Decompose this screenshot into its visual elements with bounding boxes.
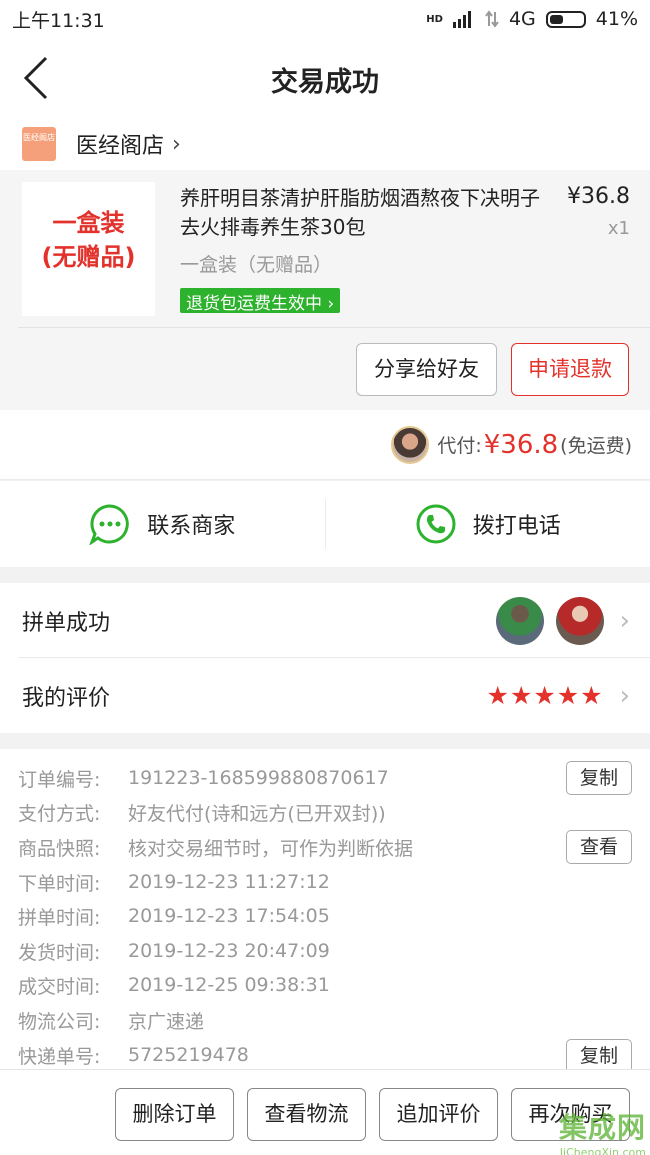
payment-summary: 代付: ¥36.8 (免运费) [0,410,650,480]
status-section: 拼单成功 › 我的评价 ★★★★★ › [0,583,650,733]
page-title: 交易成功 [271,67,379,98]
star-rating-icon: ★★★★★ [486,681,604,710]
chevron-right-icon: › [619,680,630,711]
store-name[interactable]: 医经阁店 [76,128,164,160]
phone-icon [416,504,456,544]
chat-icon [89,504,130,545]
watermark-logo: 集成网 JiChengXin.com [532,1106,646,1155]
delete-order-button[interactable]: 删除订单 [115,1088,234,1141]
payment-amount: ¥36.8 [483,429,559,460]
contact-merchant-label: 联系商家 [147,514,236,539]
network-type: 4G [508,8,536,30]
chevron-right-icon: › [172,131,181,157]
badge-chevron-icon: › [327,294,335,314]
thumb-line-2: (无赠品) [41,243,136,271]
product-price: ¥36.8 [567,184,630,209]
review-rating: ★★★★★ › [487,658,630,733]
product-title[interactable]: 养肝明目茶清护肝脂肪烟酒熬夜下决明子去火排毒养生茶30包 [180,184,545,242]
member-avatar [495,596,544,645]
status-bar: 上午11:31 HD 4G 41% [0,0,650,38]
review-label: 我的评价 [22,685,111,711]
group-buy-label: 拼单成功 [22,610,111,636]
info-row: 发货时间: 2019-12-23 20:47:09 [18,940,330,964]
product-card[interactable]: 一盒装 (无赠品) 养肝明目茶清护肝脂肪烟酒熬夜下决明子去火排毒养生茶30包 ¥… [0,170,650,410]
call-label: 拨打电话 [472,514,561,539]
copy-tracking-button[interactable]: 复制 [566,1039,632,1073]
view-logistics-button[interactable]: 查看物流 [247,1088,366,1141]
badge-label: 退货包运费生效中 [186,294,322,314]
info-row: 物流公司: 京广速递 [18,1010,205,1033]
info-row: 支付方式: 好友代付(诗和远方(已开双封)) [18,802,386,825]
view-snapshot-button[interactable]: 查看 [566,830,632,864]
battery-icon [545,10,586,28]
info-row: 拼单时间: 2019-12-23 17:54:05 [18,905,330,929]
return-shipping-badge[interactable]: 退货包运费生效中 › [180,288,341,314]
contact-bar: 联系商家 拨打电话 [0,481,650,567]
share-button[interactable]: 分享给好友 [356,343,497,396]
chevron-right-icon: › [619,605,630,636]
info-row: 订单编号: 191223-168599880870617 [18,767,389,791]
info-row: 成交时间: 2019-12-25 09:38:31 [18,974,330,998]
divider [18,327,650,328]
add-review-button[interactable]: 追加评价 [379,1088,498,1141]
status-time: 上午11:31 [12,9,105,32]
group-buy-members: › [495,583,630,658]
thumb-line-1: 一盒装 [52,209,125,237]
signal-icon [452,11,471,28]
product-variant: 一盒装（无赠品） [180,254,333,276]
watermark-url: JiChengXin.com [559,1146,646,1155]
order-info: 订单编号: 191223-168599880870617 复制 支付方式: 好友代付… [0,749,650,1073]
info-row: 下单时间: 2019-12-23 11:27:12 [18,871,330,895]
group-buy-row[interactable]: 拼单成功 › [0,583,650,658]
signal-hd-label: HD [426,13,443,25]
data-arrows-icon [485,10,499,28]
refund-button[interactable]: 申请退款 [511,343,629,396]
call-button[interactable]: 拨打电话 [326,481,650,567]
copy-order-number-button[interactable]: 复制 [566,761,632,795]
nav-bar: 交易成功 [0,38,650,118]
member-avatar [555,596,604,645]
shipping-note: (免运费) [560,435,632,457]
info-row: 快递单号: 5725219478 [18,1044,249,1068]
watermark-brand: 集成网 [558,1111,646,1144]
payer-avatar [391,425,430,464]
status-indicators: HD 4G 41% [426,8,638,30]
product-thumbnail[interactable]: 一盒装 (无赠品) [22,182,155,316]
battery-percent: 41% [595,8,638,30]
payment-label: 代付: [437,435,482,457]
store-logo: 医经阁店 [22,127,56,161]
review-row[interactable]: 我的评价 ★★★★★ › [0,658,650,733]
info-row: 商品快照: 核对交易细节时，可作为判断依据 [18,837,414,860]
store-header[interactable]: 医经阁店 医经阁店 › [0,118,650,170]
product-quantity: x1 [607,218,630,239]
contact-merchant-button[interactable]: 联系商家 [0,481,325,567]
